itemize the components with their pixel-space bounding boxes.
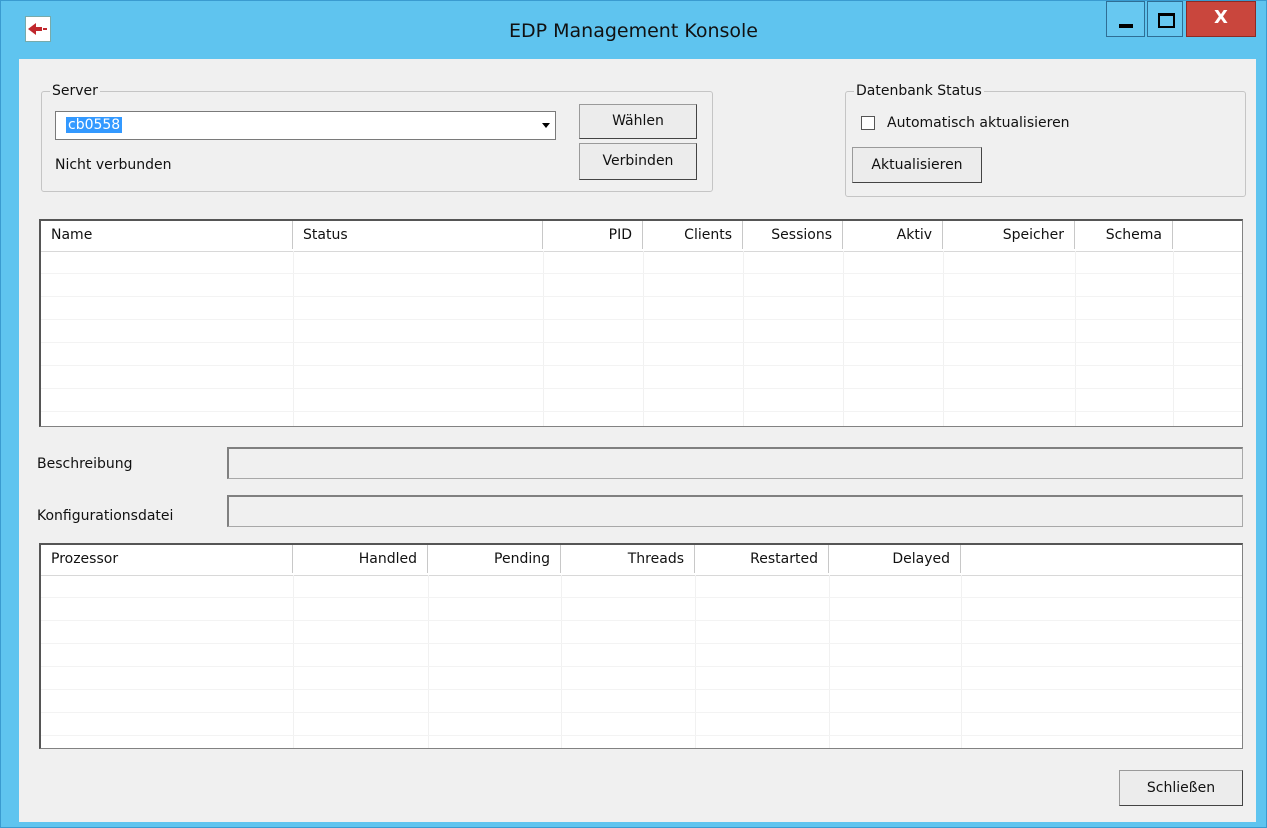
maximize-icon [1158, 13, 1175, 28]
database-list-body [41, 251, 1242, 412]
auto-update-label[interactable]: Automatisch aktualisieren [887, 115, 1070, 131]
table-row[interactable] [41, 713, 1242, 736]
server-group-legend: Server [52, 83, 98, 99]
beschreibung-field[interactable] [227, 447, 1243, 479]
column-header-pending[interactable]: Pending [428, 545, 561, 573]
column-header-prozessor[interactable]: Prozessor [41, 545, 293, 573]
table-row[interactable] [41, 598, 1242, 621]
schliessen-button[interactable]: Schließen [1119, 770, 1243, 806]
column-header-restarted[interactable]: Restarted [695, 545, 829, 573]
column-header-clients[interactable]: Clients [643, 221, 743, 249]
processor-list-body [41, 575, 1242, 736]
database-list-header: Name Status PID Clients Sessions Aktiv S… [41, 221, 1242, 252]
waehlen-button[interactable]: Wählen [579, 104, 697, 139]
database-list[interactable]: Name Status PID Clients Sessions Aktiv S… [39, 219, 1243, 427]
auto-update-checkbox[interactable] [861, 116, 875, 130]
column-header-speicher[interactable]: Speicher [943, 221, 1075, 249]
konfigurationsdatei-label: Konfigurationsdatei [37, 508, 174, 524]
table-row[interactable] [41, 366, 1242, 389]
column-header-name[interactable]: Name [41, 221, 293, 249]
column-header-schema[interactable]: Schema [1075, 221, 1173, 249]
table-row[interactable] [41, 389, 1242, 412]
table-row[interactable] [41, 251, 1242, 274]
beschreibung-label: Beschreibung [37, 456, 133, 472]
client-area: Server cb0558 Wählen Verbinden Nicht ver… [19, 59, 1256, 822]
verbinden-button[interactable]: Verbinden [579, 143, 697, 180]
close-button[interactable]: X [1186, 1, 1256, 37]
window-title: EDP Management Konsole [508, 20, 758, 42]
column-header-status[interactable]: Status [293, 221, 543, 249]
column-header-threads[interactable]: Threads [561, 545, 695, 573]
column-header-delayed[interactable]: Delayed [829, 545, 961, 573]
table-row[interactable] [41, 297, 1242, 320]
connection-status-text: Nicht verbunden [55, 157, 172, 173]
table-row[interactable] [41, 644, 1242, 667]
column-header-aktiv[interactable]: Aktiv [843, 221, 943, 249]
minimize-icon [1119, 24, 1133, 28]
table-row[interactable] [41, 274, 1242, 297]
table-row[interactable] [41, 575, 1242, 598]
server-combobox[interactable]: cb0558 [55, 111, 556, 140]
column-header-sessions[interactable]: Sessions [743, 221, 843, 249]
aktualisieren-button[interactable]: Aktualisieren [852, 147, 982, 183]
processor-list[interactable]: Prozessor Handled Pending Threads Restar… [39, 543, 1243, 749]
processor-list-header: Prozessor Handled Pending Threads Restar… [41, 545, 1242, 576]
table-row[interactable] [41, 343, 1242, 366]
maximize-button[interactable] [1147, 1, 1183, 37]
table-row[interactable] [41, 690, 1242, 713]
minimize-button[interactable] [1106, 1, 1145, 37]
chevron-down-icon[interactable] [541, 120, 551, 130]
table-row[interactable] [41, 667, 1242, 690]
title-bar[interactable]: EDP Management Konsole X [1, 1, 1266, 59]
table-row[interactable] [41, 320, 1242, 343]
table-row[interactable] [41, 621, 1242, 644]
konfigurationsdatei-field[interactable] [227, 495, 1243, 527]
column-header-handled[interactable]: Handled [293, 545, 428, 573]
server-combobox-value[interactable]: cb0558 [66, 117, 123, 133]
database-status-legend: Datenbank Status [856, 83, 982, 99]
main-window: EDP Management Konsole X Server cb0558 W… [0, 0, 1267, 828]
column-header-pid[interactable]: PID [543, 221, 643, 249]
